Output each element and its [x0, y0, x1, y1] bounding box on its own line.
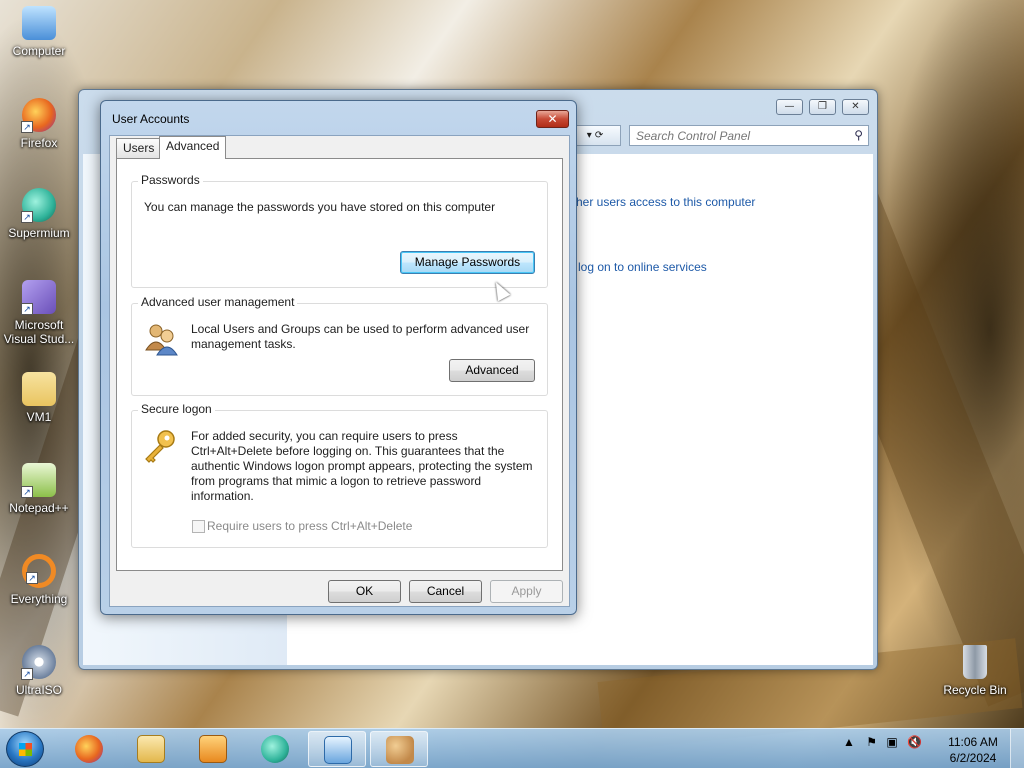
media-player-icon [199, 735, 227, 763]
user-accounts-icon [386, 736, 414, 764]
manage-passwords-button[interactable]: Manage Passwords [400, 251, 535, 274]
system-tray: ▲ ⚑ ▣ 🔇 [843, 735, 922, 749]
search-icon: ⚲ [854, 128, 863, 142]
advanced-user-management-label: Advanced user management [138, 295, 298, 309]
folder-icon [22, 372, 56, 406]
link-online-services[interactable]: log on to online services [578, 260, 707, 274]
advanced-user-management-description: Local Users and Groups can be used to pe… [191, 322, 530, 351]
advanced-tab-panel: Passwords You can manage the passwords y… [116, 158, 563, 571]
desktop-icon-ultraiso[interactable]: ↗ UltraISO [0, 645, 78, 697]
recycle-bin-icon [963, 645, 987, 679]
desktop-icon-label: Supermium [8, 226, 70, 240]
ultraiso-disc-icon: ↗ [21, 645, 56, 680]
dialog-close-button[interactable]: ✕ [536, 110, 569, 128]
taskbar: ▲ ⚑ ▣ 🔇 11:06 AM 6/2/2024 [0, 728, 1024, 768]
search-input[interactable]: Search Control Panel ⚲ [629, 125, 869, 146]
secure-logon-label: Secure logon [138, 402, 215, 416]
cancel-button[interactable]: Cancel [409, 580, 482, 603]
desktop-icon-everything[interactable]: ↗ Everything [0, 554, 78, 606]
action-center-flag-icon[interactable]: ⚑ [866, 735, 877, 749]
search-placeholder: Search Control Panel [636, 129, 751, 143]
desktop-icon-label: Recycle Bin [943, 683, 1007, 697]
desktop-icon-label: Microsoft Visual Stud... [3, 318, 75, 346]
user-accounts-dialog: User Accounts ✕ Users Advanced Passwords… [100, 100, 577, 615]
show-hidden-icons-icon[interactable]: ▲ [843, 735, 855, 749]
link-give-users-access[interactable]: her users access to this computer [576, 195, 755, 209]
taskbar-item-user-accounts[interactable] [370, 731, 428, 767]
desktop-icon-notepad-plus-plus[interactable]: ↗ Notepad++ [0, 463, 78, 515]
control-panel-icon [324, 736, 352, 764]
file-explorer-icon [137, 735, 165, 763]
tab-advanced[interactable]: Advanced [159, 136, 227, 159]
taskbar-clock[interactable]: 11:06 AM 6/2/2024 [944, 734, 1002, 766]
show-desktop-button[interactable] [1010, 729, 1024, 768]
passwords-group-label: Passwords [138, 173, 203, 187]
desktop-icon-label: UltraISO [15, 683, 62, 697]
desktop-icon-label: Computer [12, 44, 66, 58]
advanced-button[interactable]: Advanced [449, 359, 535, 382]
notepad-plus-plus-icon: ↗ [21, 463, 56, 498]
users-group-icon [145, 324, 178, 356]
desktop-icon-computer[interactable]: Computer [0, 6, 78, 58]
key-icon [145, 430, 175, 463]
desktop-icon-firefox[interactable]: ↗ Firefox [0, 98, 78, 150]
require-ctrl-alt-delete-label[interactable]: Require users to press Ctrl+Alt+Delete [207, 519, 412, 534]
secure-logon-group: Secure logon For added security, you can… [131, 402, 548, 548]
window-controls: — ❐ ✕ [776, 99, 869, 115]
desktop-icon-vm1[interactable]: VM1 [0, 372, 78, 424]
supermium-icon: ↗ [21, 188, 56, 223]
close-button[interactable]: ✕ [842, 99, 869, 115]
require-ctrl-alt-delete-checkbox[interactable] [192, 520, 205, 533]
tab-users[interactable]: Users [116, 138, 162, 158]
supermium-icon [261, 735, 289, 763]
taskbar-item-media-player[interactable] [184, 731, 242, 767]
start-button[interactable] [6, 731, 44, 767]
taskbar-item-supermium[interactable] [246, 731, 304, 767]
ok-button[interactable]: OK [328, 580, 401, 603]
clock-time: 11:06 AM [948, 735, 998, 749]
desktop-icon-visual-studio[interactable]: ↗ Microsoft Visual Stud... [0, 280, 78, 346]
desktop-icon-supermium[interactable]: ↗ Supermium [0, 188, 78, 240]
desktop-icon-label: Notepad++ [9, 501, 69, 515]
taskbar-item-firefox[interactable] [60, 731, 118, 767]
clock-date: 6/2/2024 [949, 751, 997, 765]
desktop-icon-recycle-bin[interactable]: Recycle Bin [936, 645, 1014, 697]
taskbar-item-file-explorer[interactable] [122, 731, 180, 767]
dialog-title: User Accounts [112, 112, 190, 126]
dialog-body: Users Advanced Passwords You can manage … [109, 135, 570, 607]
desktop-icon-label: Firefox [20, 136, 58, 150]
computer-icon [22, 6, 56, 40]
secure-logon-description: For added security, you can require user… [191, 429, 533, 503]
maximize-button[interactable]: ❐ [809, 99, 836, 115]
minimize-button[interactable]: — [776, 99, 803, 115]
apply-button[interactable]: Apply [490, 580, 563, 603]
network-icon[interactable]: ▣ [886, 735, 897, 749]
passwords-group: Passwords You can manage the passwords y… [131, 173, 548, 288]
taskbar-item-control-panel[interactable] [308, 731, 366, 767]
visual-studio-icon: ↗ [21, 280, 56, 315]
volume-muted-icon[interactable]: 🔇 [907, 735, 922, 749]
advanced-user-management-group: Advanced user management Local Users and… [131, 295, 548, 396]
firefox-icon: ↗ [21, 98, 56, 133]
desktop-icon-label: Everything [10, 592, 68, 606]
desktop-icon-label: VM1 [26, 410, 52, 424]
passwords-description: You can manage the passwords you have st… [144, 200, 496, 214]
everything-search-icon: ↗ [22, 554, 56, 588]
firefox-icon [75, 735, 103, 763]
